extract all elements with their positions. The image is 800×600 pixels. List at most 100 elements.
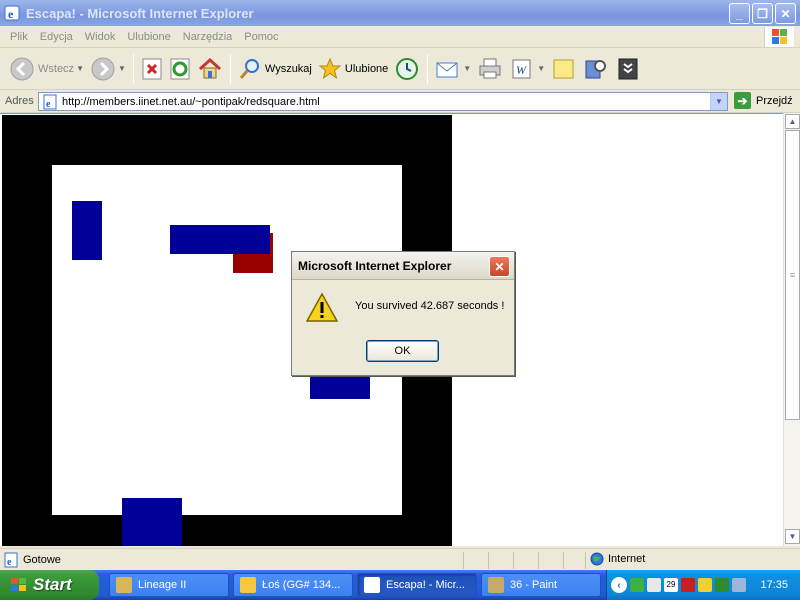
mail-dropdown-icon[interactable]: ▼: [463, 64, 471, 73]
toolbar-separator: [132, 53, 134, 84]
go-label: Przejdź: [756, 94, 793, 107]
antivirus-tray-icon[interactable]: [681, 578, 695, 592]
mail-icon: [436, 62, 458, 77]
calendar-tray-icon[interactable]: 29: [664, 578, 678, 592]
printer-icon: [479, 58, 501, 78]
taskbar-item-escapa[interactable]: Escapa! - Micr...: [357, 573, 477, 597]
status-panel: [538, 552, 563, 569]
taskbar: Start Lineage II Łoś (GG# 134... Escapa!…: [0, 570, 800, 600]
svg-text:e: e: [8, 7, 14, 21]
taskbar-item-lineage[interactable]: Lineage II: [109, 573, 229, 597]
title-bar: e Escapa! - Microsoft Internet Explorer …: [0, 0, 800, 26]
research-icon: [585, 59, 607, 78]
start-button[interactable]: Start: [0, 570, 99, 600]
toolbar-separator: [229, 53, 231, 84]
go-button[interactable]: ➔ Przejdź: [734, 92, 793, 109]
messenger-button[interactable]: [612, 52, 644, 86]
forward-arrow-icon: [91, 57, 115, 80]
minimize-button[interactable]: _: [729, 3, 750, 24]
star-icon: [318, 57, 342, 79]
tray-expand-icon[interactable]: ‹: [611, 577, 627, 593]
toolbar: Wstecz ▼ ▼ Wyszukaj Ulubione ▼ W ▼: [0, 48, 800, 90]
task-label: Escapa! - Micr...: [386, 579, 465, 591]
edit-dropdown-icon[interactable]: ▼: [537, 64, 545, 73]
status-panel: [488, 552, 513, 569]
security-zone: Internet: [590, 552, 645, 566]
dialog-title-bar: Microsoft Internet Explorer: [292, 252, 514, 280]
refresh-button[interactable]: [166, 52, 194, 86]
page-status-icon: e: [4, 552, 18, 568]
taskbar-item-paint[interactable]: 36 - Paint: [481, 573, 601, 597]
history-icon: [396, 57, 419, 80]
status-panel: [513, 552, 538, 569]
system-tray: ‹ 29 17:35: [606, 570, 800, 600]
forward-dropdown-icon[interactable]: ▼: [118, 64, 126, 73]
home-icon: [198, 57, 221, 78]
page-icon: e: [43, 94, 57, 110]
stop-icon: [142, 58, 162, 79]
window-controls: _ ❐ ✕: [729, 3, 796, 24]
network-tray-icon[interactable]: [630, 578, 644, 592]
favorites-label: Ulubione: [344, 62, 389, 75]
mail-button[interactable]: ▼: [432, 52, 474, 86]
dialog-close-button[interactable]: ✕: [489, 256, 510, 277]
scroll-down-arrow[interactable]: ▼: [785, 529, 800, 544]
back-button[interactable]: Wstecz ▼: [6, 52, 87, 86]
favorites-button[interactable]: Ulubione: [315, 52, 391, 86]
enemy-block: [170, 225, 270, 254]
vertical-scrollbar[interactable]: ▲ ≡ ▼: [783, 113, 800, 546]
clock: 17:35: [760, 579, 788, 591]
address-input[interactable]: e http://members.iinet.net.au/~pontipak/…: [38, 92, 728, 111]
status-bar: e Gotowe Internet: [0, 548, 800, 570]
discuss-button[interactable]: [548, 52, 580, 86]
note-icon: [553, 59, 574, 78]
refresh-icon: [170, 58, 190, 79]
document-tray-icon[interactable]: [647, 578, 661, 592]
search-button[interactable]: Wyszukaj: [235, 52, 315, 86]
toolbar-separator: [427, 53, 429, 84]
menu-favorites[interactable]: Ulubione: [121, 31, 176, 43]
taskbar-item-gg[interactable]: Łoś (GG# 134...: [233, 573, 353, 597]
close-button[interactable]: ✕: [775, 3, 796, 24]
archive-icon: [618, 58, 638, 79]
warning-icon: [306, 292, 338, 322]
dialog-message: You survived 42.687 seconds !: [355, 300, 505, 312]
address-bar: Adres e http://members.iinet.net.au/~pon…: [0, 90, 800, 113]
svg-text:e: e: [7, 557, 12, 568]
globe-icon: [590, 552, 604, 566]
back-arrow-icon: [10, 57, 34, 80]
menu-tools[interactable]: Narzędzia: [177, 31, 239, 43]
stop-button[interactable]: [138, 52, 166, 86]
task-label: Lineage II: [138, 579, 187, 591]
print-button[interactable]: [474, 52, 506, 86]
dialog-title: Microsoft Internet Explorer: [298, 258, 452, 273]
chat-tray-icon[interactable]: [698, 578, 712, 592]
package-tray-icon[interactable]: [732, 578, 746, 592]
scroll-up-arrow[interactable]: ▲: [785, 114, 800, 129]
menu-edit[interactable]: Edycja: [34, 31, 79, 43]
edit-button[interactable]: W ▼: [506, 52, 548, 86]
zone-label: Internet: [608, 553, 646, 565]
history-button[interactable]: [391, 52, 423, 86]
menu-file[interactable]: Plik: [4, 31, 34, 43]
ok-button[interactable]: OK: [366, 340, 439, 362]
gadu-gadu-icon: [240, 577, 256, 593]
go-arrow-icon: ➔: [734, 92, 751, 109]
address-dropdown-icon[interactable]: ▼: [710, 93, 727, 110]
windows-flag-icon: [11, 578, 26, 591]
forward-button[interactable]: ▼: [87, 52, 129, 86]
scroll-thumb[interactable]: ≡: [785, 130, 800, 420]
home-button[interactable]: [194, 52, 226, 86]
menu-view[interactable]: Widok: [79, 31, 122, 43]
alert-dialog: Microsoft Internet Explorer ✕ You surviv…: [291, 251, 515, 376]
window-title: Escapa! - Microsoft Internet Explorer: [26, 5, 254, 21]
research-button[interactable]: [580, 52, 612, 86]
word-document-icon: W: [512, 59, 531, 78]
status-text: Gotowe: [23, 553, 61, 566]
address-url: http://members.iinet.net.au/~pontipak/re…: [62, 95, 320, 108]
task-label: Łoś (GG# 134...: [262, 579, 341, 591]
connection-tray-icon[interactable]: [715, 578, 729, 592]
maximize-button[interactable]: ❐: [752, 3, 773, 24]
menu-help[interactable]: Pomoc: [238, 31, 284, 43]
back-dropdown-icon[interactable]: ▼: [76, 64, 84, 73]
